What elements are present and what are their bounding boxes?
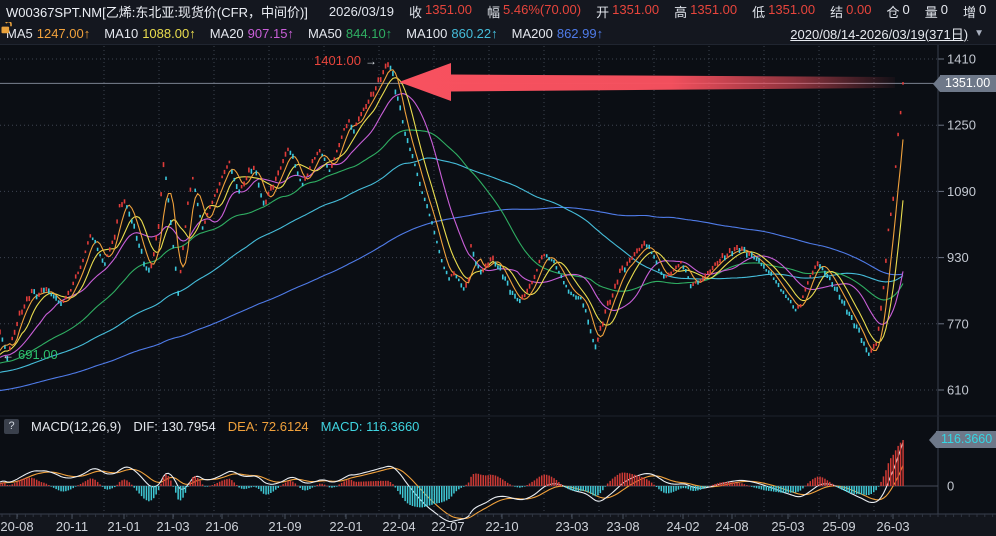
quote-field-value: 1351.00	[690, 2, 737, 21]
quote-field-volume: 量0	[925, 2, 948, 21]
ma-value: 862.99↑	[557, 26, 603, 41]
peak-price-annotation: 1401.00 →	[314, 53, 377, 68]
quote-field-value: 0.00	[846, 2, 871, 21]
ma-value: 844.10↑	[346, 26, 392, 41]
ma-label: MA200	[512, 26, 553, 41]
peak-price-label: 1401.00	[314, 53, 361, 68]
ma-value: 907.15↑	[248, 26, 294, 41]
chevron-down-icon[interactable]: ▼	[974, 28, 984, 39]
x-axis-label: 23-03	[555, 519, 588, 534]
low-price-annotation: ← 691.00	[2, 347, 58, 362]
ma-value: 860.22↑	[451, 26, 497, 41]
quote-field-label: 量	[925, 2, 938, 21]
macd-hist-value: MACD: 116.3660	[321, 419, 420, 434]
y-axis-label: 770	[947, 316, 969, 331]
x-axis-label: 24-08	[715, 519, 748, 534]
ma-legend-bar: MA51247.00↑ MA10 1088.00↑ MA20 907.15↑ MA50 84…	[0, 22, 996, 45]
macd-value-badge: 116.3660	[936, 431, 996, 448]
ma-legend-item-ma5: MA51247.00↑	[6, 26, 90, 41]
date-range-text[interactable]: 2020/08/14-2026/03/19(371日)	[790, 24, 968, 43]
ma-value: 1088.00↑	[142, 26, 196, 41]
y-axis-label: 1090	[947, 184, 976, 199]
macd-zero-label: 0	[947, 479, 954, 494]
y-axis-label: 610	[947, 383, 969, 398]
x-axis-label: 26-03	[876, 519, 909, 534]
quote-field-high: 高1351.00	[674, 2, 737, 21]
quote-field-open: 开1351.00	[596, 2, 659, 21]
macd-header: ? MACD(12,26,9) DIF: 130.7954 DEA: 72.61…	[0, 418, 419, 434]
quote-field-label: 开	[596, 2, 609, 21]
x-axis-label: 22-01	[329, 519, 362, 534]
quote-field-increase: 增0	[963, 2, 986, 21]
ma-value: 1247.00↑	[37, 26, 91, 41]
quote-field-value: 1351.00	[612, 2, 659, 21]
quote-field-value: 1351.00	[768, 2, 815, 21]
quote-field-close: 收1351.00	[409, 2, 472, 21]
quote-field-label: 收	[409, 2, 422, 21]
date-range-selector[interactable]: 2020/08/14-2026/03/19(371日) ▼	[790, 24, 990, 43]
quote-field-label: 高	[674, 2, 687, 21]
quote-field-label: 幅	[487, 2, 500, 21]
help-icon[interactable]: ?	[4, 419, 19, 434]
y-axis-label: 1410	[947, 52, 976, 67]
ma-label: MA20	[210, 26, 244, 41]
x-axis-label: 21-06	[205, 519, 238, 534]
quote-field-label: 低	[752, 2, 765, 21]
x-axis-label: 24-02	[666, 519, 699, 534]
x-axis-label: 23-08	[606, 519, 639, 534]
quote-fields: 收1351.00幅5.46%(70.00)开1351.00高1351.00低13…	[409, 2, 986, 21]
quote-date: 2026/03/19	[329, 4, 394, 19]
quote-field-change: 幅5.46%(70.00)	[487, 2, 581, 21]
ma-legend-item-ma10: MA10 1088.00↑	[104, 26, 195, 41]
x-axis-label: 25-03	[771, 519, 804, 534]
last-price-badge: 1351.00	[940, 75, 996, 92]
y-axis-label: 1250	[947, 118, 976, 133]
x-axis-label: 20-11	[56, 519, 88, 534]
macd-dif-value: DIF: 130.7954	[133, 419, 215, 434]
right-arrow-icon: →	[365, 54, 377, 68]
quote-header: W00367SPT.NM[乙烯:东北亚:现货价(CFR，中间价)] 2026/0…	[0, 0, 996, 22]
ma-label: MA50	[308, 26, 342, 41]
left-arrow-icon: ←	[2, 348, 14, 362]
quote-field-low: 低1351.00	[752, 2, 815, 21]
terminal-chart-window: 1410 1250 1090 930 770 610 0 20-08 20-11 21-01 21-…	[0, 0, 996, 536]
quote-field-value: 1351.00	[425, 2, 472, 21]
macd-title: MACD(12,26,9)	[31, 419, 121, 434]
ma-legend-item-ma50: MA50 844.10↑	[308, 26, 392, 41]
low-price-label: 691.00	[18, 347, 58, 362]
x-axis-label: 22-04	[382, 519, 415, 534]
x-axis-label: 25-09	[822, 519, 855, 534]
y-axis-label: 930	[947, 250, 969, 265]
quote-field-settle: 结0.00	[830, 2, 871, 21]
ma-label: MA10	[104, 26, 138, 41]
quote-field-value: 0	[902, 2, 909, 21]
quote-field-value: 5.46%(70.00)	[503, 2, 581, 21]
quote-field-label: 增	[963, 2, 976, 21]
ma-label: MA100	[406, 26, 447, 41]
quote-field-label: 仓	[886, 2, 899, 21]
ma-legend-item-ma200: MA200 862.99↑	[512, 26, 603, 41]
x-axis-label: 22-10	[485, 519, 518, 534]
ma-legend: MA51247.00↑ MA10 1088.00↑ MA20 907.15↑ MA50 84…	[6, 26, 603, 41]
x-axis-label: 21-09	[268, 519, 301, 534]
quote-field-value: 0	[979, 2, 986, 21]
ma-legend-item-ma100: MA100 860.22↑	[406, 26, 497, 41]
instrument-title: W00367SPT.NM[乙烯:东北亚:现货价(CFR，中间价)]	[6, 2, 308, 21]
macd-dea-value: DEA: 72.6124	[228, 419, 309, 434]
x-axis-label: 21-01	[107, 519, 140, 534]
quote-field-position: 仓0	[886, 2, 909, 21]
quote-field-value: 0	[941, 2, 948, 21]
x-axis-label: 21-03	[156, 519, 189, 534]
ma-legend-item-ma20: MA20 907.15↑	[210, 26, 294, 41]
x-axis-label: 22-07	[431, 519, 464, 534]
chart-canvas[interactable]: 1410 1250 1090 930 770 610 0 20-08 20-11 21-01 21-…	[0, 0, 996, 536]
quote-field-label: 结	[830, 2, 843, 21]
x-axis-label: 20-08	[0, 519, 33, 534]
